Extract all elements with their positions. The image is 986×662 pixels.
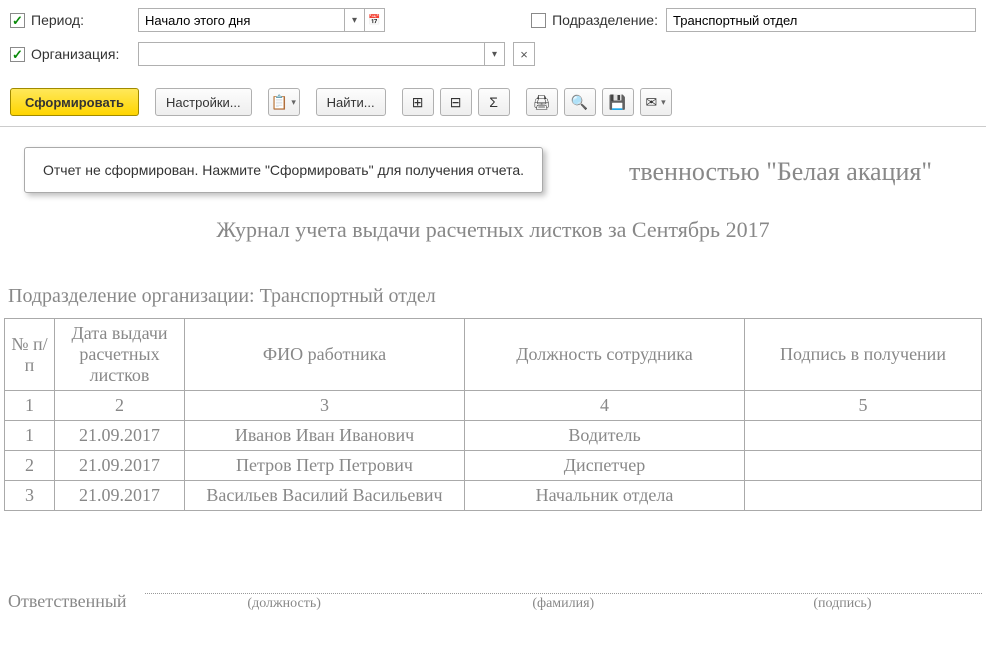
find-label: Найти...: [327, 95, 375, 110]
sigma-icon: Σ: [486, 94, 502, 110]
report-section: Подразделение организации: Транспортный …: [4, 285, 982, 308]
responsible-surname-line: (фамилия): [424, 593, 703, 612]
department-input[interactable]: [667, 9, 975, 31]
table-cell: 2: [5, 451, 55, 481]
table-cell-sign: [745, 451, 982, 481]
table-cell: Начальник отдела: [465, 481, 745, 511]
th-fio: ФИО работника: [185, 319, 465, 391]
report-table: № п/п Дата выдачи расчетных листков ФИО …: [4, 318, 982, 511]
table-colnum-row: 1 2 3 4 5: [5, 391, 982, 421]
responsible-position-line: (должность): [145, 593, 424, 612]
expand-icon: ⊞: [410, 94, 426, 110]
table-cell: Васильев Василий Васильевич: [185, 481, 465, 511]
report-subtitle: Журнал учета выдачи расчетных листков за…: [4, 217, 982, 243]
colnum-5: 5: [745, 391, 982, 421]
copy-button[interactable]: 📋▾: [268, 88, 300, 116]
preview-icon: 🔍: [572, 94, 588, 110]
table-cell-sign: [745, 481, 982, 511]
print-button[interactable]: 🖨: [526, 88, 558, 116]
generate-button[interactable]: Сформировать: [10, 88, 139, 116]
table-cell-sign: [745, 421, 982, 451]
collapse-icon: ⊟: [448, 94, 464, 110]
collapse-groups-button[interactable]: ⊟: [440, 88, 472, 116]
settings-label: Настройки...: [166, 95, 241, 110]
period-label: Период:: [31, 12, 84, 28]
copy-icon: 📋: [271, 94, 287, 110]
table-header-row: № п/п Дата выдачи расчетных листков ФИО …: [5, 319, 982, 391]
report-hint: Отчет не сформирован. Нажмите "Сформиров…: [24, 147, 543, 193]
report-body: твенностью "Белая акация" Журнал учета в…: [0, 127, 986, 632]
table-row: 121.09.2017Иванов Иван ИвановичВодитель: [5, 421, 982, 451]
table-cell: Иванов Иван Иванович: [185, 421, 465, 451]
colnum-1: 1: [5, 391, 55, 421]
table-cell: Водитель: [465, 421, 745, 451]
period-input[interactable]: [139, 9, 344, 31]
settings-button[interactable]: Настройки...: [155, 88, 252, 116]
colnum-3: 3: [185, 391, 465, 421]
calendar-icon[interactable]: 📅: [364, 9, 384, 31]
toolbar: Сформировать Настройки... 📋▾ Найти... ⊞ …: [0, 84, 986, 126]
save-icon: 💾: [610, 94, 626, 110]
report-hint-text: Отчет не сформирован. Нажмите "Сформиров…: [43, 162, 524, 178]
table-cell: 21.09.2017: [55, 481, 185, 511]
table-cell: Петров Петр Петрович: [185, 451, 465, 481]
responsible-label: Ответственный: [8, 591, 127, 612]
print-icon: 🖨: [534, 94, 550, 110]
find-button[interactable]: Найти...: [316, 88, 386, 116]
save-button[interactable]: 💾: [602, 88, 634, 116]
organization-combo[interactable]: ▾: [138, 42, 505, 66]
colnum-2: 2: [55, 391, 185, 421]
th-sign: Подпись в получении: [745, 319, 982, 391]
department-checkbox[interactable]: [531, 13, 546, 28]
expand-groups-button[interactable]: ⊞: [402, 88, 434, 116]
sum-button[interactable]: Σ: [478, 88, 510, 116]
responsible-block: Ответственный (должность) (фамилия) (под…: [4, 591, 982, 612]
responsible-signature-line: (подпись): [703, 593, 982, 612]
email-icon: ✉: [645, 94, 657, 110]
preview-button[interactable]: 🔍: [564, 88, 596, 116]
table-cell: 21.09.2017: [55, 451, 185, 481]
th-num: № п/п: [5, 319, 55, 391]
table-cell: 3: [5, 481, 55, 511]
organization-dropdown-icon[interactable]: ▾: [484, 43, 504, 65]
table-row: 321.09.2017Васильев Василий ВасильевичНа…: [5, 481, 982, 511]
table-cell: Диспетчер: [465, 451, 745, 481]
generate-label: Сформировать: [25, 95, 124, 110]
colnum-4: 4: [465, 391, 745, 421]
period-checkbox[interactable]: [10, 13, 25, 28]
clear-organization-button[interactable]: ×: [513, 42, 535, 66]
department-combo[interactable]: [666, 8, 976, 32]
table-cell: 21.09.2017: [55, 421, 185, 451]
th-pos: Должность сотрудника: [465, 319, 745, 391]
table-cell: 1: [5, 421, 55, 451]
th-date: Дата выдачи расчетных листков: [55, 319, 185, 391]
table-row: 221.09.2017Петров Петр ПетровичДиспетчер: [5, 451, 982, 481]
organization-label: Организация:: [31, 46, 119, 62]
period-dropdown-icon[interactable]: ▾: [344, 9, 364, 31]
period-combo[interactable]: ▾ 📅: [138, 8, 385, 32]
department-label: Подразделение:: [552, 12, 658, 28]
email-button[interactable]: ✉▾: [640, 88, 672, 116]
organization-checkbox[interactable]: [10, 47, 25, 62]
organization-input[interactable]: [139, 43, 484, 65]
